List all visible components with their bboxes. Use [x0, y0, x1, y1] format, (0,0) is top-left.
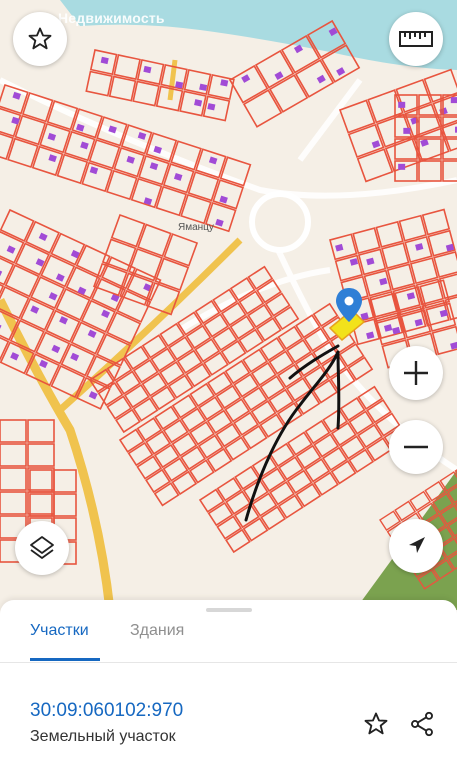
parcel-type: Земельный участок	[30, 728, 176, 745]
zoom-out-button[interactable]	[389, 420, 443, 474]
info-tabs: Участки Здания	[0, 616, 457, 663]
parcel-info-sheet: Участки Здания 30:09:060102:970 Земельны…	[0, 600, 457, 768]
star-icon	[28, 27, 52, 50]
star-outline-icon	[364, 712, 388, 735]
building-marker	[398, 101, 406, 108]
minus-icon	[404, 445, 428, 449]
place-label: Яманцу	[178, 222, 214, 233]
share-button[interactable]	[406, 708, 438, 740]
tab-parcels[interactable]: Участки	[30, 622, 89, 640]
navigation-arrow-icon	[409, 537, 425, 553]
cadastral-map[interactable]: Яманцу Недвижимость	[0, 0, 457, 610]
building-marker	[403, 127, 411, 134]
add-to-favorites-button[interactable]	[360, 708, 392, 740]
map-canvas[interactable]: Яманцу	[0, 0, 457, 610]
share-icon	[411, 711, 433, 737]
building-marker	[398, 163, 406, 170]
my-location-button[interactable]	[389, 519, 443, 573]
map-watermark: Недвижимость	[58, 10, 165, 26]
zoom-in-button[interactable]	[389, 346, 443, 400]
building-marker	[450, 97, 457, 104]
plus-icon	[404, 361, 428, 385]
layers-icon	[30, 536, 54, 559]
tab-buildings[interactable]: Здания	[130, 622, 184, 640]
layers-button[interactable]	[15, 521, 69, 575]
active-tab-indicator	[30, 658, 100, 661]
ruler-button[interactable]	[389, 12, 443, 66]
ruler-icon	[399, 31, 433, 47]
sheet-drag-handle[interactable]	[206, 608, 252, 612]
cadastral-number[interactable]: 30:09:060102:970	[30, 700, 183, 722]
favorite-button[interactable]	[13, 12, 67, 66]
